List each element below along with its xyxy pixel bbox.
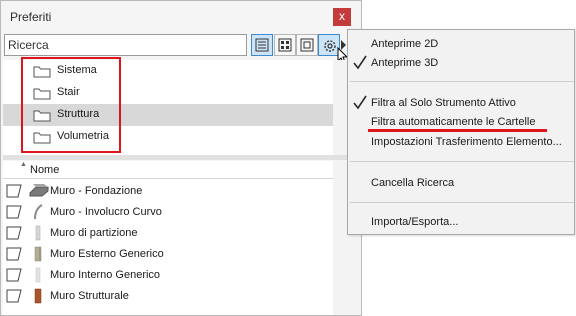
wall-foundation-icon — [29, 184, 49, 197]
structural-wall-icon — [34, 288, 42, 304]
menu-item-cancella-ricerca[interactable]: Cancella Ricerca — [348, 174, 574, 194]
menu-item-label: Anteprime 2D — [371, 38, 439, 50]
favorites-list: ▲ Nome Muro - Fondazione Muro - Involucr… — [3, 161, 333, 315]
folder-highlight-box — [21, 57, 121, 153]
menu-item-label: Filtra automaticamente le Cartelle — [371, 116, 536, 128]
checkmark-icon — [353, 95, 367, 110]
close-icon: x — [339, 9, 345, 23]
pane-splitter[interactable] — [3, 155, 359, 160]
item-label: Muro Strutturale — [50, 290, 129, 302]
sort-arrow-icon: ▲ — [20, 161, 27, 168]
large-preview-icon — [300, 38, 314, 52]
document-icon — [6, 205, 22, 219]
list-view-icon — [255, 38, 269, 52]
list-item[interactable]: Muro di partizione — [3, 223, 333, 244]
document-icon — [6, 289, 22, 303]
menu-item-label: Importa/Esporta... — [371, 216, 459, 228]
menu-separator — [350, 81, 574, 82]
gear-icon — [324, 40, 336, 52]
list-item[interactable]: Muro Esterno Generico — [3, 244, 333, 265]
list-item[interactable]: Muro Interno Generico — [3, 265, 333, 286]
document-icon — [6, 184, 22, 198]
curved-wall-icon — [34, 204, 43, 220]
item-label: Muro - Fondazione — [50, 185, 143, 197]
list-header[interactable]: ▲ Nome — [3, 161, 333, 179]
menu-item-importa-esporta[interactable]: Importa/Esporta... — [348, 213, 574, 233]
list-item[interactable]: Muro Strutturale — [3, 286, 333, 307]
interior-wall-icon — [35, 267, 41, 283]
menu-item-impostazioni-trasferimento[interactable]: Impostazioni Trasferimento Elemento... — [348, 133, 574, 153]
menu-item-label: Anteprime 3D — [371, 57, 439, 69]
search-input[interactable]: Ricerca — [4, 34, 247, 56]
grid-view-button[interactable] — [274, 34, 296, 56]
column-header-name: Nome — [30, 164, 60, 176]
palette-title: Preferiti — [10, 10, 52, 24]
palette-title-bar[interactable]: Preferiti x — [1, 1, 361, 33]
item-label: Muro Esterno Generico — [50, 248, 164, 260]
item-label: Muro di partizione — [50, 227, 138, 239]
menu-item-label: Impostazioni Trasferimento Elemento... — [371, 136, 562, 148]
checkmark-icon — [353, 55, 367, 70]
menu-separator — [350, 202, 574, 203]
large-preview-button[interactable] — [296, 34, 318, 56]
list-item[interactable]: Muro - Involucro Curvo — [3, 202, 333, 223]
list-item[interactable]: Muro - Fondazione — [3, 181, 333, 202]
menu-item-anteprime-2d[interactable]: Anteprime 2D — [348, 35, 574, 55]
document-icon — [6, 268, 22, 282]
menu-item-filtra-strumento[interactable]: Filtra al Solo Strumento Attivo — [348, 94, 574, 114]
menu-separator — [350, 161, 574, 162]
exterior-wall-icon — [34, 246, 42, 262]
settings-menu: Anteprime 2D Anteprime 3D Filtra al Solo… — [347, 29, 575, 235]
item-label: Muro Interno Generico — [50, 269, 161, 281]
document-icon — [6, 247, 22, 261]
item-label: Muro - Involucro Curvo — [50, 206, 162, 218]
grid-view-icon — [278, 38, 292, 52]
partition-wall-icon — [35, 225, 41, 241]
menu-item-anteprime-3d[interactable]: Anteprime 3D — [348, 54, 574, 74]
menu-item-label: Filtra al Solo Strumento Attivo — [371, 97, 516, 109]
document-icon — [6, 226, 22, 240]
close-button[interactable]: x — [333, 8, 351, 26]
list-view-button[interactable] — [251, 34, 273, 56]
menu-item-label: Cancella Ricerca — [371, 177, 455, 189]
highlight-underline — [368, 129, 547, 132]
